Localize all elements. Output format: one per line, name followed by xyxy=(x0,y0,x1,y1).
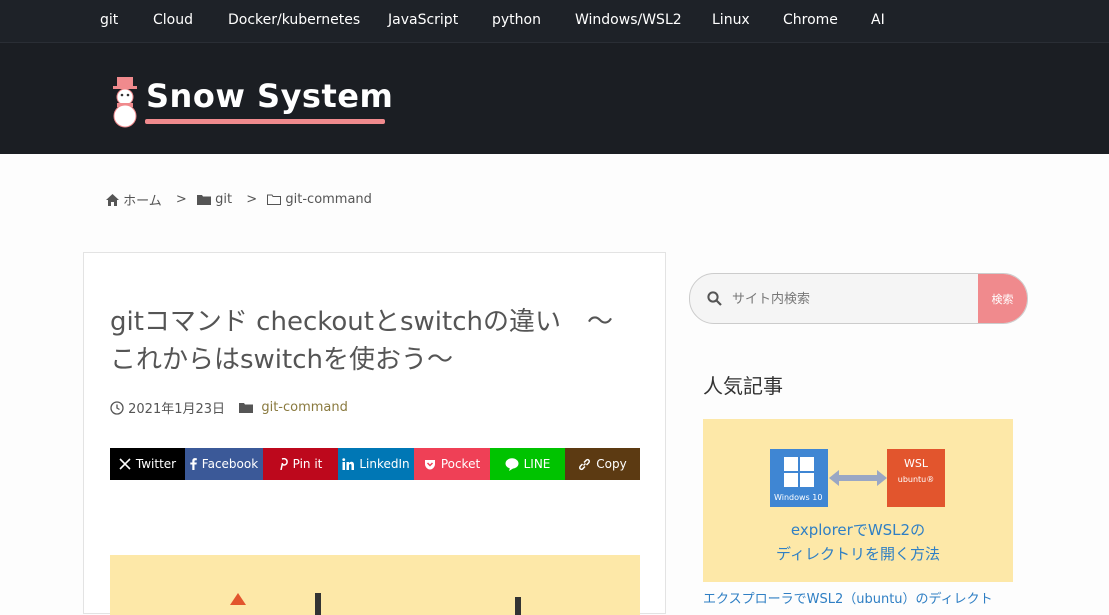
thumbnail-caption: explorerでWSL2の xyxy=(790,521,926,539)
search-button[interactable]: 検索 xyxy=(978,274,1027,323)
site-search: 検索 xyxy=(689,273,1028,324)
line-icon xyxy=(505,457,519,471)
popular-post-thumbnail[interactable]: Windows 10 WSL ubuntu® explorerでWSL2の ディ… xyxy=(703,419,1013,582)
share-linkedin-button[interactable]: LinkedIn xyxy=(338,448,414,480)
top-nav: git Cloud Docker/kubernetes JavaScript p… xyxy=(0,0,1109,42)
share-label: Facebook xyxy=(201,457,259,471)
share-label: Twitter xyxy=(135,457,177,471)
pinterest-icon xyxy=(279,458,288,470)
article-category[interactable]: git-command xyxy=(261,400,348,415)
clock-icon xyxy=(110,400,124,415)
breadcrumb-separator: > xyxy=(246,192,258,207)
article-date: 2021年1月23日 xyxy=(128,402,226,417)
nav-item-docker[interactable]: Docker/kubernetes xyxy=(228,12,360,28)
article-title-line: gitコマンド checkoutとswitchの違い 〜 xyxy=(110,307,613,337)
ubuntu-label: ubuntu® xyxy=(897,475,935,484)
share-label: LinkedIn xyxy=(359,457,410,471)
nav-item-git[interactable]: git xyxy=(100,12,118,28)
popular-post-link[interactable]: エクスプローラでWSL2（ubuntu）のディレクト xyxy=(703,588,993,607)
share-pocket-button[interactable]: Pocket xyxy=(414,448,490,480)
nav-item-linux[interactable]: Linux xyxy=(712,12,750,28)
logo-underline xyxy=(145,119,385,124)
x-icon xyxy=(119,458,131,470)
home-icon xyxy=(106,193,119,206)
facebook-icon xyxy=(190,458,197,470)
search-input[interactable] xyxy=(730,274,974,323)
snowman-icon xyxy=(113,77,137,128)
nav-item-windows-wsl2[interactable]: Windows/WSL2 xyxy=(575,12,682,28)
share-label: Pocket xyxy=(440,457,481,471)
wsl-label: WSL xyxy=(904,457,928,470)
linkedin-icon xyxy=(342,458,355,470)
hero-illustration xyxy=(230,593,521,615)
site-name: Snow System xyxy=(146,77,394,115)
breadcrumb-subcategory[interactable]: git-command xyxy=(285,192,372,207)
breadcrumb-home[interactable]: ホーム xyxy=(123,194,162,209)
article-card: gitコマンド checkoutとswitchの違い 〜 これからはswitch… xyxy=(83,252,666,615)
folder-icon xyxy=(196,195,211,205)
nav-item-python[interactable]: python xyxy=(492,12,541,28)
thumbnail-caption: ディレクトリを開く方法 xyxy=(776,545,940,563)
share-pinterest-button[interactable]: Pin it xyxy=(263,448,338,480)
hero-image xyxy=(110,555,640,615)
breadcrumb-category[interactable]: git xyxy=(215,192,232,207)
popular-posts-heading: 人気記事 xyxy=(703,374,783,398)
wsl-logo: WSL ubuntu® xyxy=(887,449,945,507)
nav-item-ai[interactable]: AI xyxy=(871,12,885,28)
folder-icon xyxy=(239,403,254,413)
pocket-icon xyxy=(424,459,435,469)
article-title-line: これからはswitchを使おう〜 xyxy=(110,345,454,375)
article-title: gitコマンド checkoutとswitchの違い 〜 これからはswitch… xyxy=(110,303,640,379)
nav-item-cloud[interactable]: Cloud xyxy=(153,12,193,28)
share-facebook-button[interactable]: Facebook xyxy=(185,448,263,480)
share-label: Copy xyxy=(596,457,627,471)
folder-open-icon xyxy=(267,194,282,205)
windows-label: Windows 10 xyxy=(774,493,823,502)
breadcrumb: ホーム > git > git-command xyxy=(106,190,372,209)
share-label: Pin it xyxy=(292,457,323,471)
breadcrumb-separator: > xyxy=(175,192,187,207)
site-logo[interactable]: Snow System xyxy=(108,75,398,128)
link-icon xyxy=(579,458,591,470)
nav-item-javascript[interactable]: JavaScript xyxy=(388,12,458,28)
share-label: LINE xyxy=(523,457,551,471)
search-icon xyxy=(707,291,722,306)
share-line-button[interactable]: LINE xyxy=(490,448,565,480)
windows-icon xyxy=(784,457,814,487)
double-arrow-icon xyxy=(829,470,887,486)
article-meta: 2021年1月23日 git-command xyxy=(110,398,348,417)
site-header: Snow System xyxy=(0,42,1109,154)
nav-item-chrome[interactable]: Chrome xyxy=(783,12,838,28)
windows-logo: Windows 10 xyxy=(770,449,828,507)
share-twitter-button[interactable]: Twitter xyxy=(110,448,185,480)
share-copy-button[interactable]: Copy xyxy=(565,448,640,480)
